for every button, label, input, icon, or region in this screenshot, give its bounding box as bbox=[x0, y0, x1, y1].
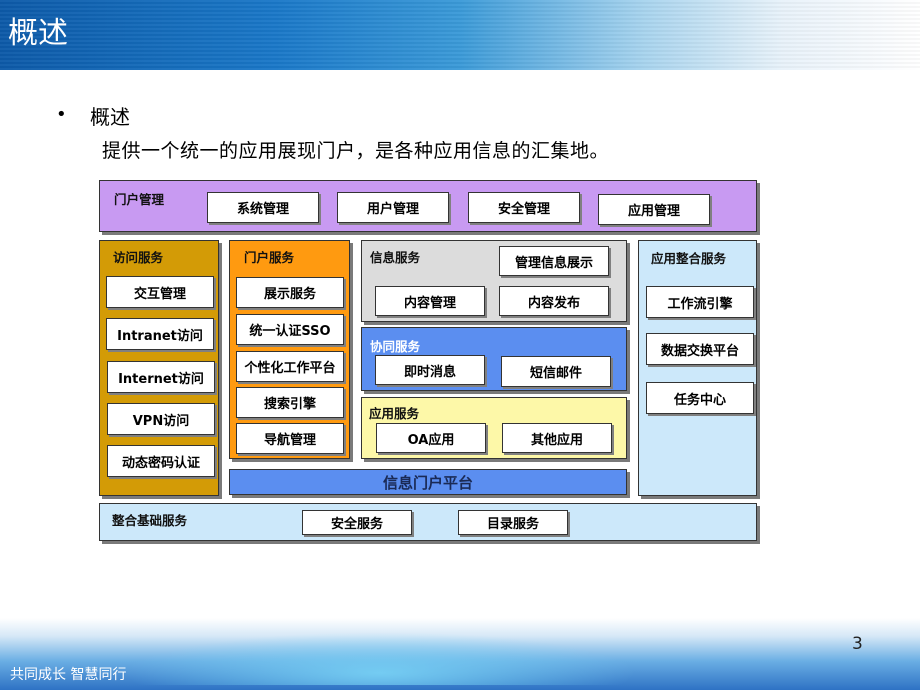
slide-header-bar bbox=[0, 0, 920, 70]
page-number: 3 bbox=[852, 634, 863, 654]
user-management-item: 用户管理 bbox=[337, 192, 449, 223]
app-services-title: 应用服务 bbox=[369, 406, 420, 421]
base-services-box: 整合基础服务 安全服务 目录服务 bbox=[99, 503, 757, 541]
collab-services-title: 协同服务 bbox=[370, 339, 421, 354]
access-services-title: 访问服务 bbox=[113, 250, 164, 265]
portal-management-title: 门户管理 bbox=[114, 192, 165, 207]
workflow-engine-item: 工作流引擎 bbox=[646, 286, 754, 318]
content-management-item: 内容管理 bbox=[375, 286, 485, 316]
base-services-title: 整合基础服务 bbox=[112, 513, 188, 528]
bullet-icon: • bbox=[56, 104, 67, 125]
intranet-access-item: Intranet访问 bbox=[106, 318, 214, 350]
system-management-item: 系统管理 bbox=[207, 192, 319, 223]
internet-access-item: Internet访问 bbox=[107, 361, 215, 393]
access-services-box: 访问服务 交互管理 Intranet访问 Internet访问 VPN访问 动态… bbox=[99, 240, 219, 496]
footer-wave-decoration bbox=[80, 625, 680, 685]
security-management-item: 安全管理 bbox=[468, 192, 580, 223]
vpn-access-item: VPN访问 bbox=[107, 403, 215, 435]
instant-message-item: 即时消息 bbox=[375, 355, 485, 385]
portal-management-box: 门户管理 系统管理 用户管理 安全管理 应用管理 bbox=[99, 180, 757, 232]
task-center-item: 任务中心 bbox=[646, 382, 754, 414]
data-exchange-platform-item: 数据交换平台 bbox=[646, 333, 754, 365]
integration-services-title: 应用整合服务 bbox=[651, 251, 727, 266]
sms-email-item: 短信邮件 bbox=[501, 356, 611, 387]
app-services-box: 应用服务 OA应用 其他应用 bbox=[361, 397, 627, 459]
portal-services-box: 门户服务 展示服务 统一认证SSO 个性化工作平台 搜索引擎 导航管理 bbox=[229, 240, 350, 459]
collab-services-box: 协同服务 即时消息 短信邮件 bbox=[361, 327, 627, 391]
footer-slogan: 共同成长 智慧同行 bbox=[10, 667, 127, 683]
other-apps-item: 其他应用 bbox=[502, 423, 612, 453]
slide-title: 概述 bbox=[8, 16, 68, 51]
security-service-item: 安全服务 bbox=[302, 510, 412, 535]
section-description: 提供一个统一的应用展现门户，是各种应用信息的汇集地。 bbox=[102, 140, 610, 162]
info-portal-platform-bar: 信息门户平台 bbox=[229, 469, 627, 495]
search-engine-item: 搜索引擎 bbox=[236, 387, 344, 418]
presentation-service-item: 展示服务 bbox=[236, 277, 344, 308]
navigation-management-item: 导航管理 bbox=[236, 423, 344, 454]
personal-workspace-item: 个性化工作平台 bbox=[236, 351, 344, 382]
app-management-item: 应用管理 bbox=[598, 194, 710, 225]
info-portal-platform-label: 信息门户平台 bbox=[382, 473, 473, 492]
oa-app-item: OA应用 bbox=[376, 423, 486, 453]
section-heading: 概述 bbox=[90, 105, 130, 129]
content-publish-item: 内容发布 bbox=[499, 286, 609, 316]
portal-services-title: 门户服务 bbox=[244, 250, 295, 265]
interaction-management-item: 交互管理 bbox=[106, 276, 214, 308]
management-info-display-item: 管理信息展示 bbox=[499, 246, 609, 276]
dynamic-password-auth-item: 动态密码认证 bbox=[107, 445, 215, 477]
sso-item: 统一认证SSO bbox=[236, 314, 344, 345]
info-services-title: 信息服务 bbox=[370, 250, 421, 265]
directory-service-item: 目录服务 bbox=[458, 510, 568, 535]
info-services-box: 信息服务 管理信息展示 内容管理 内容发布 bbox=[361, 240, 627, 322]
integration-services-box: 应用整合服务 工作流引擎 数据交换平台 任务中心 bbox=[638, 240, 757, 496]
